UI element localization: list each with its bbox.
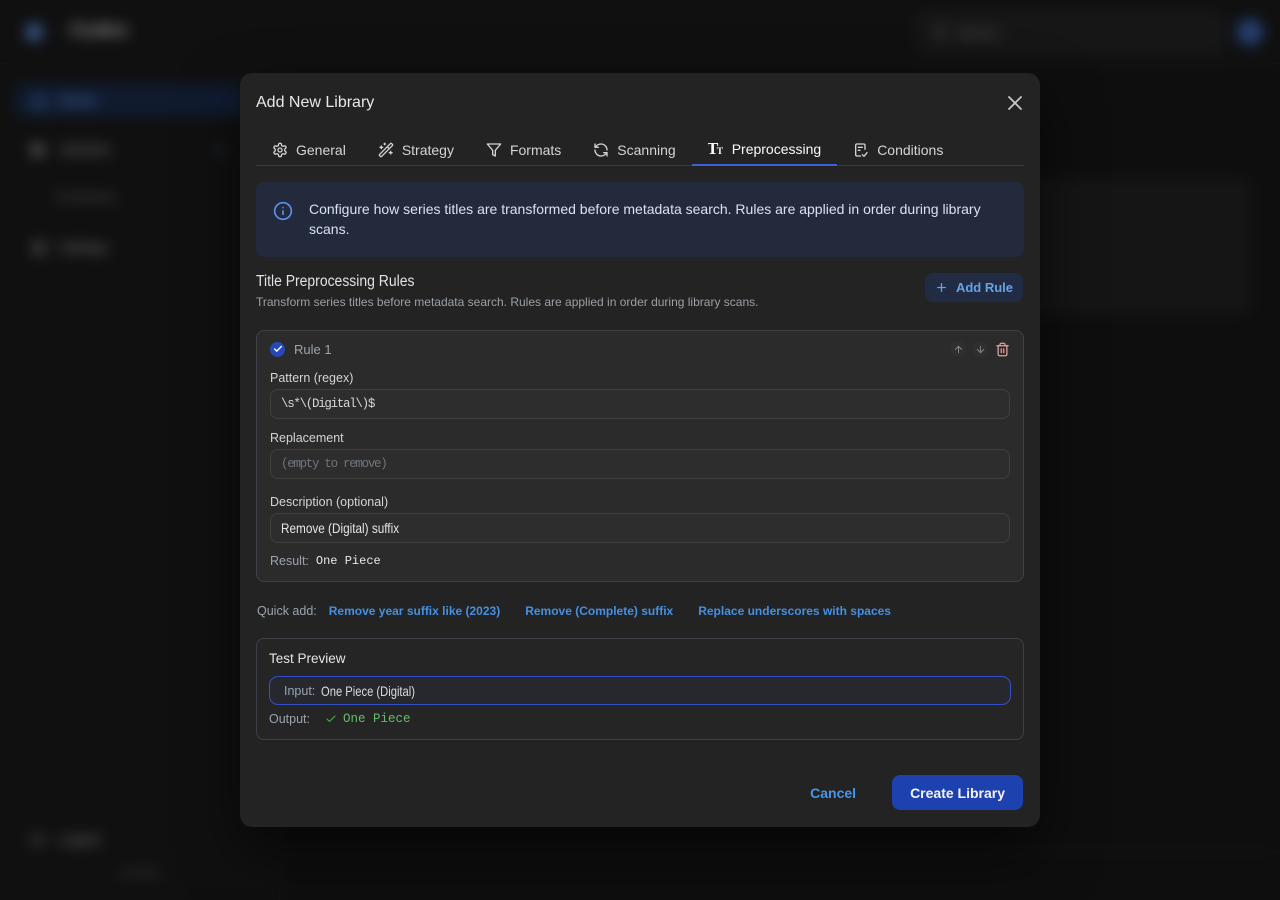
svg-text:T: T bbox=[716, 147, 723, 157]
